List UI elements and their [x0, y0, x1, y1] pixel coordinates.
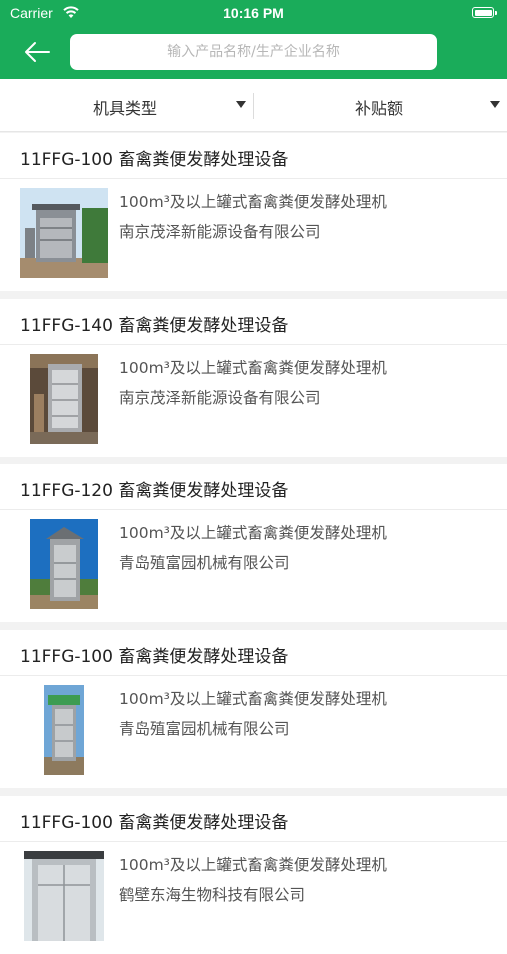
filter-bar: 机具类型 补贴额	[0, 79, 507, 132]
product-company: 青岛殖富园机械有限公司	[119, 720, 290, 738]
battery-icon	[472, 7, 497, 18]
product-category: 100m³及以上罐式畜禽粪便发酵处理机	[119, 524, 387, 542]
divider	[0, 178, 507, 179]
product-category: 100m³及以上罐式畜禽粪便发酵处理机	[119, 856, 387, 874]
divider	[0, 841, 507, 842]
product-company: 鹤壁东海生物科技有限公司	[119, 886, 306, 904]
filter-machine-type[interactable]: 机具类型	[0, 79, 253, 131]
product-card[interactable]: 11FFG-120 畜禽粪便发酵处理设备 100m³及以上罐式畜禽粪便发酵处理机…	[0, 464, 507, 622]
search-bar[interactable]	[70, 34, 437, 70]
nav-header: Carrier 10:16 PM	[0, 0, 507, 79]
status-bar: Carrier 10:16 PM	[0, 0, 507, 28]
product-image	[20, 188, 108, 278]
back-arrow-icon[interactable]	[22, 39, 52, 65]
product-category: 100m³及以上罐式畜禽粪便发酵处理机	[119, 359, 387, 377]
product-title: 11FFG-100 畜禽粪便发酵处理设备	[20, 813, 289, 833]
product-title: 11FFG-140 畜禽粪便发酵处理设备	[20, 316, 289, 336]
filter-subsidy[interactable]: 补贴额	[254, 79, 507, 131]
product-company: 青岛殖富园机械有限公司	[119, 554, 290, 572]
product-image	[24, 851, 104, 941]
divider	[0, 509, 507, 510]
dropdown-arrow-icon	[490, 101, 500, 108]
product-image	[30, 519, 98, 609]
product-card[interactable]: 11FFG-100 畜禽粪便发酵处理设备 100m³及以上罐式畜禽粪便发酵处理机…	[0, 796, 507, 954]
product-title: 11FFG-100 畜禽粪便发酵处理设备	[20, 150, 289, 170]
filter-subsidy-label: 补贴额	[355, 99, 404, 118]
filter-machine-type-label: 机具类型	[93, 99, 158, 118]
search-input[interactable]	[70, 34, 437, 70]
product-category: 100m³及以上罐式畜禽粪便发酵处理机	[119, 193, 387, 211]
product-card[interactable]: 11FFG-100 畜禽粪便发酵处理设备 100m³及以上罐式畜禽粪便发酵处理机…	[0, 630, 507, 788]
product-company: 南京茂泽新能源设备有限公司	[119, 223, 321, 241]
product-title: 11FFG-100 畜禽粪便发酵处理设备	[20, 647, 289, 667]
product-category: 100m³及以上罐式畜禽粪便发酵处理机	[119, 690, 387, 708]
product-card[interactable]: 11FFG-100 畜禽粪便发酵处理设备 100m³及以上罐式畜禽粪便发酵处理机…	[0, 133, 507, 291]
product-image	[44, 685, 84, 775]
product-image	[30, 354, 98, 444]
product-title: 11FFG-120 畜禽粪便发酵处理设备	[20, 481, 289, 501]
clock: 10:16 PM	[223, 5, 284, 21]
dropdown-arrow-icon	[236, 101, 246, 108]
product-card[interactable]: 11FFG-140 畜禽粪便发酵处理设备 100m³及以上罐式畜禽粪便发酵处理机…	[0, 299, 507, 457]
divider	[0, 675, 507, 676]
product-company: 南京茂泽新能源设备有限公司	[119, 389, 321, 407]
divider	[0, 344, 507, 345]
